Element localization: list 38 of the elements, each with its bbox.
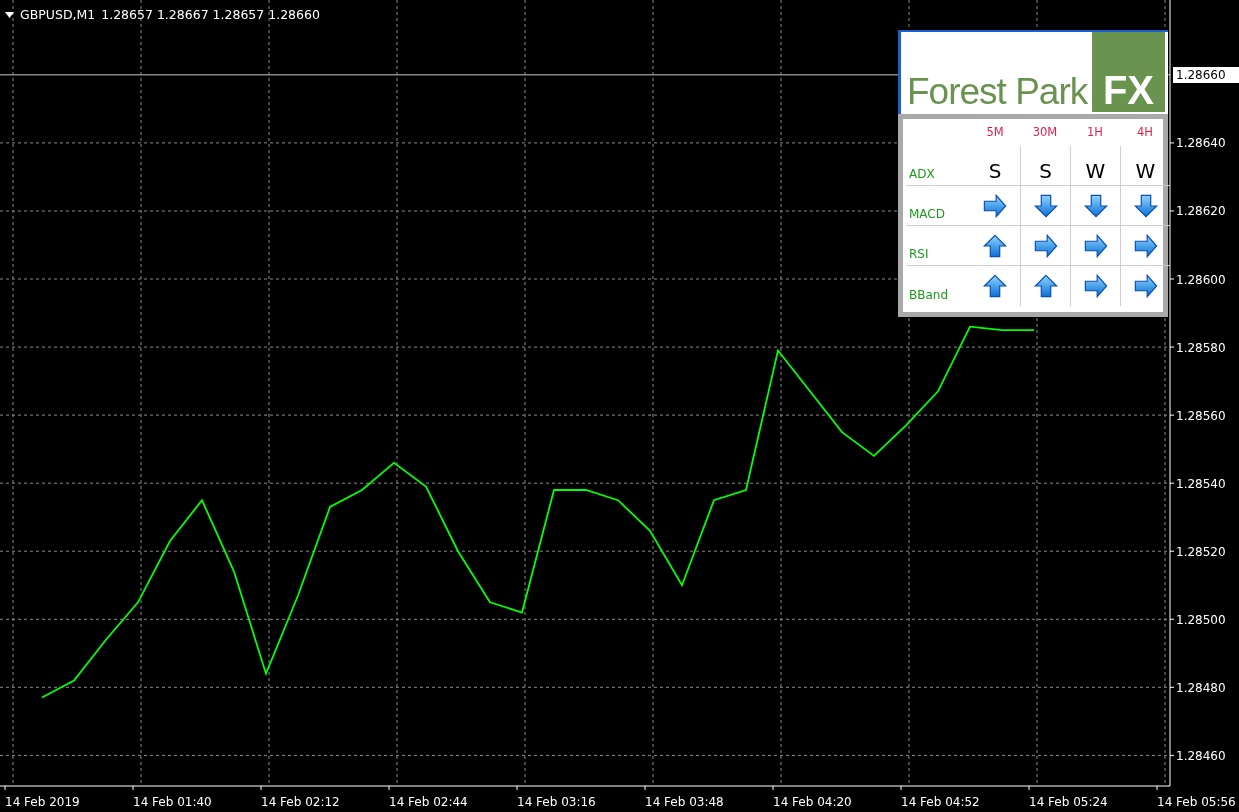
logo-mark: FX: [1092, 32, 1165, 112]
timeframe-header: 5M: [985, 124, 1005, 141]
price-axis-label: 1.28600: [1176, 272, 1226, 287]
timeframe-header: 30M: [1031, 124, 1059, 141]
time-axis-label: 14 Feb 03:48: [645, 795, 724, 809]
signal-letter: W: [1135, 160, 1156, 181]
time-axis-label: 14 Feb 01:40: [133, 795, 212, 809]
time-axis-label: 14 Feb 05:56: [1157, 795, 1236, 809]
signal-letter: S: [988, 160, 1002, 181]
time-axis-label: 14 Feb 04:52: [901, 795, 980, 809]
time-axis-label: 14 Feb 02:44: [389, 795, 468, 809]
time-axis-label: 14 Feb 04:20: [773, 795, 852, 809]
price-axis-label: 1.28640: [1176, 136, 1226, 151]
signal-letter: S: [1039, 160, 1052, 181]
price-axis-label: 1.28520: [1176, 544, 1226, 559]
dropdown-triangle-icon[interactable]: [5, 12, 14, 19]
current-price-tag: 1.28660: [1173, 66, 1239, 83]
price-axis-label: 1.28480: [1176, 680, 1226, 695]
symbol-label: GBPUSD,M1: [20, 6, 96, 24]
signal-letter: W: [1085, 160, 1106, 181]
indicator-label: RSI: [906, 226, 970, 266]
indicator-label: MACD: [906, 186, 970, 226]
price-axis-label: 1.28580: [1176, 340, 1226, 355]
price-axis-label: 1.28500: [1176, 612, 1226, 627]
price-axis-label: 1.28620: [1176, 204, 1226, 219]
timeframe-header: 1H: [1086, 124, 1104, 141]
indicator-label: ADX: [906, 146, 970, 186]
time-axis-label: 14 Feb 05:24: [1029, 795, 1108, 809]
indicator-label: BBand: [908, 287, 950, 304]
price-axis-label: 1.28540: [1176, 476, 1226, 491]
time-axis-label: 14 Feb 2019: [5, 795, 80, 809]
timeframe-header: 4H: [1136, 124, 1154, 141]
logo-text: Forest Park: [907, 73, 1088, 112]
time-axis-label: 14 Feb 03:16: [517, 795, 596, 809]
time-axis-label: 14 Feb 02:12: [261, 795, 340, 809]
quote-text: 1.28657 1.28667 1.28657 1.28660: [101, 6, 320, 24]
price-axis-label: 1.28460: [1176, 748, 1226, 763]
price-axis-label: 1.28560: [1176, 408, 1226, 423]
